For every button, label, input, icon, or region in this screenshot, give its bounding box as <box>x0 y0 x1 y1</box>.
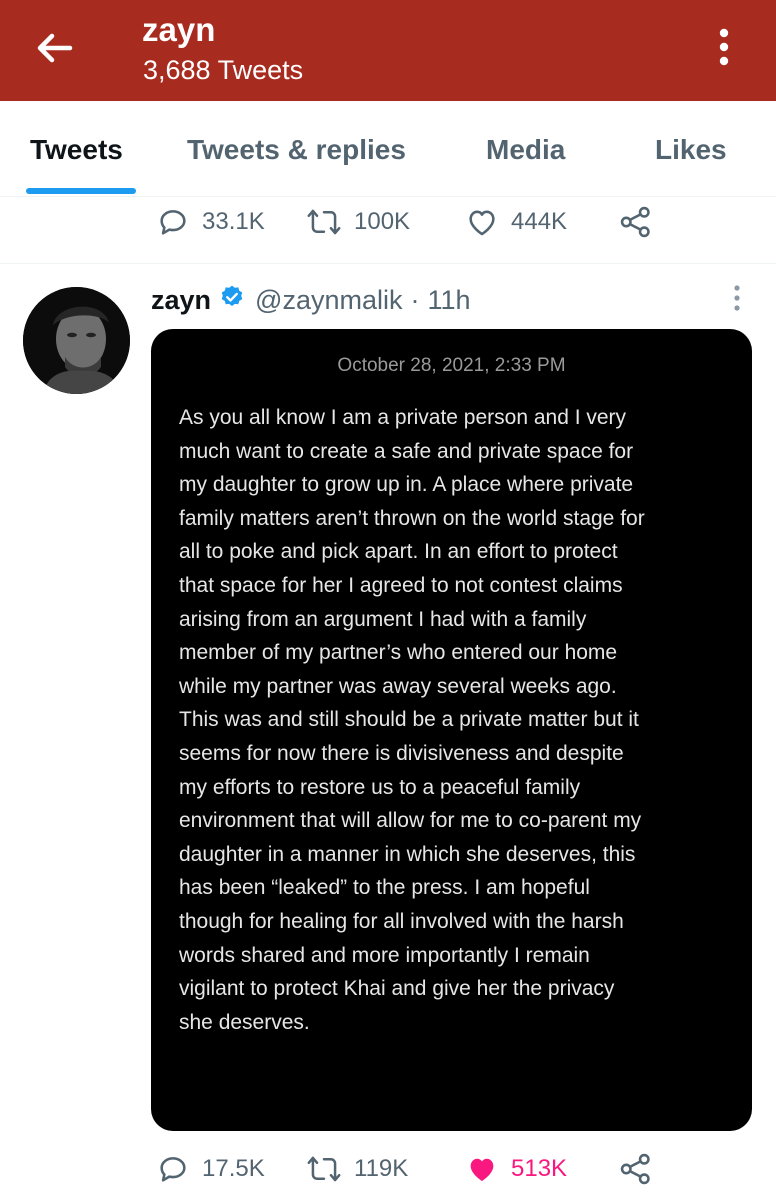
retweet-count: 100K <box>354 208 411 235</box>
avatar[interactable] <box>23 287 130 394</box>
tab-tweets[interactable]: Tweets <box>30 134 123 166</box>
verified-icon <box>219 284 245 317</box>
reply-count: 17.5K <box>202 1155 265 1182</box>
like-button[interactable]: 513K <box>465 1144 567 1194</box>
reply-button[interactable]: 33.1K <box>156 197 265 247</box>
tab-tweets-and-replies[interactable]: Tweets & replies <box>187 134 406 166</box>
back-arrow-icon[interactable] <box>30 26 80 70</box>
retweet-count: 119K <box>354 1155 409 1182</box>
previous-tweet-actions: 33.1K 100K 444K <box>0 197 776 247</box>
tab-media[interactable]: Media <box>486 134 565 166</box>
share-button[interactable] <box>618 197 654 247</box>
retweet-button[interactable]: 119K <box>306 1144 408 1194</box>
like-count: 444K <box>511 208 568 235</box>
more-vertical-icon[interactable] <box>708 24 740 70</box>
tweet-media-image[interactable]: October 28, 2021, 2:33 PM As you all kno… <box>151 329 752 1131</box>
like-count: 513K <box>511 1155 568 1182</box>
tweet-actions: 17.5K 119K 513K <box>0 1144 776 1194</box>
tweet-count: 3,688 Tweets <box>143 55 304 85</box>
share-icon <box>618 204 654 240</box>
heart-icon <box>465 1152 499 1186</box>
profile-header: zayn 3,688 Tweets <box>0 0 776 101</box>
retweet-icon <box>306 205 342 239</box>
author-name[interactable]: zayn <box>151 285 211 316</box>
tweet-time[interactable]: 11h <box>427 285 470 316</box>
reply-count: 33.1K <box>202 208 265 235</box>
note-date: October 28, 2021, 2:33 PM <box>337 355 566 376</box>
heart-icon <box>465 205 499 239</box>
reply-icon <box>156 205 190 239</box>
reply-icon <box>156 1152 190 1186</box>
retweet-icon <box>306 1152 342 1186</box>
profile-tabs: Tweets Tweets & replies Media Likes <box>0 101 776 197</box>
note-text: As you all know I am a private person an… <box>179 406 645 1034</box>
share-icon <box>618 1151 654 1187</box>
tweet-more-icon[interactable] <box>723 283 751 313</box>
retweet-button[interactable]: 100K <box>306 197 410 247</box>
reply-button[interactable]: 17.5K <box>156 1144 265 1194</box>
active-tab-indicator <box>26 188 136 194</box>
share-button[interactable] <box>618 1144 654 1194</box>
author-handle[interactable]: @zaynmalik <box>255 285 402 316</box>
tab-likes[interactable]: Likes <box>655 134 727 166</box>
like-button[interactable]: 444K <box>465 197 567 247</box>
profile-name: zayn <box>142 11 216 48</box>
separator-dot: · <box>410 284 420 315</box>
tweet-divider <box>0 263 776 264</box>
tweet-header: zayn @zaynmalik · 11h <box>151 280 471 320</box>
